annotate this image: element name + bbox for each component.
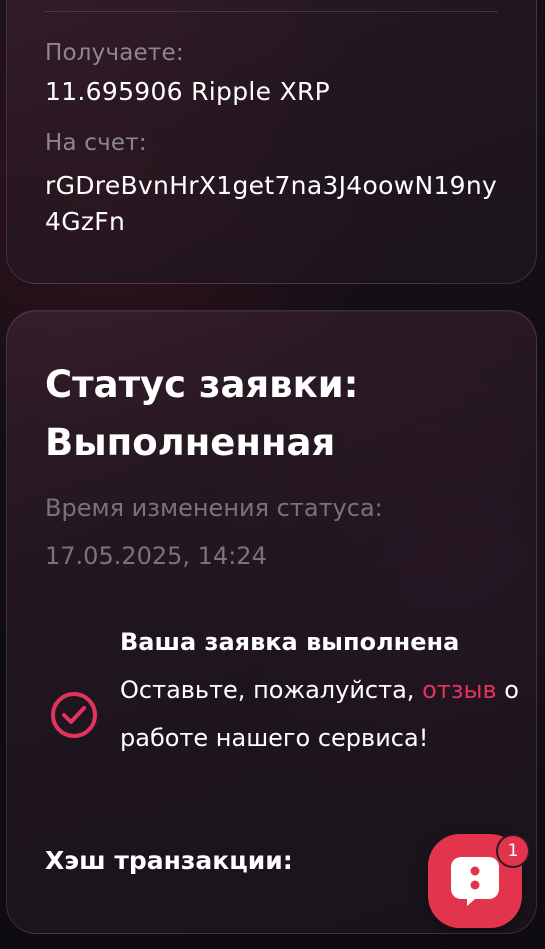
completion-title: Ваша заявка выполнена (120, 628, 460, 656)
review-request-text: Оставьте, пожалуйста, отзыв о работе наш… (120, 666, 520, 762)
account-label: На счет: (45, 130, 147, 156)
status-time-value: 17.05.2025, 14:24 (45, 542, 267, 570)
transaction-hash-label: Хэш транзакции: (45, 846, 293, 875)
status-title: Статус заявки: Выполненная (45, 363, 359, 464)
completion-message: Ваша заявка выполнена Оставьте, пожалуйс… (120, 618, 520, 762)
card-divider (45, 11, 498, 12)
check-circle-icon (51, 692, 97, 738)
status-time-label: Время изменения статуса: (45, 494, 383, 522)
review-link[interactable]: отзыв (422, 676, 497, 704)
receive-label: Получаете: (45, 40, 184, 66)
account-address: rGDreBvnHrX1get7na3J4oowN19ny4GzFn (45, 171, 498, 236)
chat-bubble-icon (451, 857, 499, 906)
notification-badge: 1 (496, 834, 530, 868)
review-text-before: Оставьте, пожалуйста, (120, 676, 415, 704)
receive-amount: 11.695906 Ripple XRP (45, 77, 331, 106)
